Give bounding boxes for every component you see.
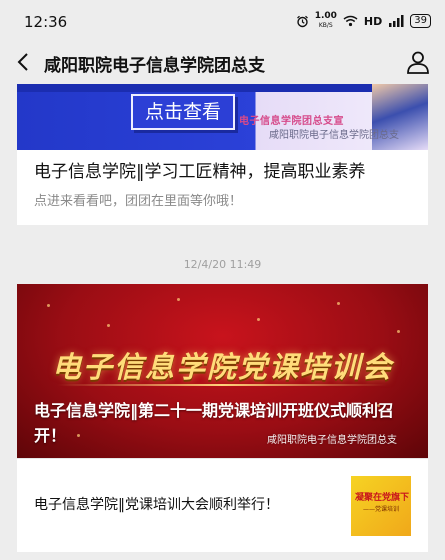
article-1-title[interactable]: 电子信息学院‖学习工匠精神，提高职业素养 xyxy=(34,160,366,184)
net-speed: 1.00 KB/S xyxy=(315,12,337,30)
chevron-left-icon[interactable] xyxy=(12,50,36,74)
sparkle xyxy=(177,298,180,301)
net-speed-value: 1.00 xyxy=(314,11,337,21)
net-speed-unit: KB/S xyxy=(318,22,333,29)
sparkle xyxy=(47,304,50,307)
page-title: 咸阳职院电子信息学院团总支 xyxy=(44,56,265,76)
click-view-button[interactable]: 点击查看 xyxy=(131,94,235,130)
sparkle xyxy=(107,324,110,327)
status-bar: 12:36 1.00 KB/S HD 39 xyxy=(0,0,445,40)
wifi-icon xyxy=(343,15,358,27)
person-icon[interactable] xyxy=(405,49,431,75)
sparkle xyxy=(337,302,340,305)
divider xyxy=(17,458,428,459)
article-2-thumbnail[interactable]: 凝聚在党旗下 ——党课培训 xyxy=(351,476,411,536)
status-icons: 1.00 KB/S HD 39 xyxy=(296,12,431,30)
article-card-1[interactable]: 点击查看 电子信息学院团总支宣 咸阳职院电子信息学院团总支 电子信息学院‖学习工… xyxy=(17,84,428,225)
article-2-banner[interactable]: 电子信息学院党课培训会 电子信息学院‖第二十一期党课培训开班仪式顺利召开！ 咸阳… xyxy=(17,284,428,458)
network-type: HD xyxy=(363,14,383,28)
signal-icon xyxy=(389,15,404,27)
thumbnail-line-2: ——党课培训 xyxy=(363,506,400,513)
alarm-icon xyxy=(296,15,308,27)
status-time: 12:36 xyxy=(24,13,68,31)
article-2-subitem-title[interactable]: 电子信息学院‖党课培训大会顺利举行！ xyxy=(34,494,279,514)
banner-brand-text: 电子信息学院团总支宣 xyxy=(239,116,344,127)
message-timestamp: 12/4/20 11:49 xyxy=(183,258,262,271)
sparkle xyxy=(397,330,400,333)
banner-gold-line xyxy=(57,384,387,386)
nav-bar: 咸阳职院电子信息学院团总支 xyxy=(0,40,445,84)
sparkle xyxy=(257,318,260,321)
banner-watermark: 咸阳职院电子信息学院团总支 xyxy=(267,435,397,446)
article-1-subtitle: 点进来看看吧，团团在里面等你哦！ xyxy=(34,194,243,209)
banner-watermark: 咸阳职院电子信息学院团总支 xyxy=(269,130,399,141)
banner-calligraphy: 电子信息学院党课培训会 xyxy=(51,350,393,384)
article-1-banner: 点击查看 电子信息学院团总支宣 咸阳职院电子信息学院团总支 xyxy=(17,84,428,150)
banner-stripe xyxy=(17,84,428,92)
article-card-2[interactable]: 电子信息学院党课培训会 电子信息学院‖第二十一期党课培训开班仪式顺利召开！ 咸阳… xyxy=(17,284,428,552)
battery-indicator: 39 xyxy=(410,14,431,28)
thumbnail-line-1: 凝聚在党旗下 xyxy=(355,493,410,503)
